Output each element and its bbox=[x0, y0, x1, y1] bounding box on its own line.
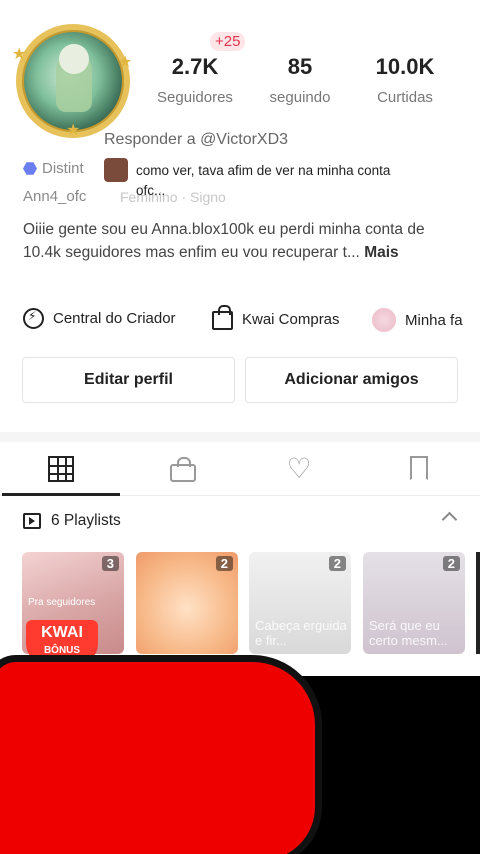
playlist-video-count: 2 bbox=[442, 556, 460, 571]
heart-icon[interactable]: ♡ bbox=[286, 455, 312, 483]
reply-comment: como ver, tava afim de ver na minha cont… bbox=[136, 163, 391, 198]
badge-row[interactable]: Distint bbox=[23, 160, 84, 177]
followers-label: Seguidores bbox=[157, 89, 233, 106]
star-icon: ★ bbox=[12, 46, 27, 63]
fan-club-label: Minha fa bbox=[405, 311, 463, 329]
section-divider bbox=[0, 432, 480, 442]
profile-bio: Oiiie gente sou eu Anna.blox100k eu perd… bbox=[23, 218, 463, 264]
reply-commenter-avatar bbox=[104, 158, 128, 182]
stat-likes[interactable]: 10.0K Curtidas bbox=[362, 54, 448, 106]
star-icon: ★ bbox=[118, 54, 133, 71]
likes-count: 10.0K bbox=[375, 54, 435, 79]
content-tab-bar: ♡ bbox=[0, 442, 480, 496]
stat-followers[interactable]: 2.7K Seguidores bbox=[150, 54, 240, 106]
playlist-video-count: 2 bbox=[328, 556, 346, 571]
redaction-red-block bbox=[0, 655, 322, 854]
playlist-caption: Será que eu certo mesm... bbox=[369, 618, 448, 648]
chevron-up-icon[interactable] bbox=[441, 511, 458, 528]
playlists-count-label: 6 Playlists bbox=[51, 512, 121, 529]
new-followers-badge: +25 bbox=[210, 32, 246, 51]
following-label: seguindo bbox=[269, 89, 331, 106]
fan-club-icon bbox=[372, 308, 396, 332]
creator-center-icon bbox=[23, 308, 44, 329]
active-tab-indicator bbox=[2, 493, 120, 496]
promo-title: KWAI bbox=[41, 624, 83, 641]
badge-label: Distint bbox=[42, 160, 84, 177]
playlists-header[interactable]: 6 Playlists bbox=[23, 512, 121, 530]
following-count: 85 bbox=[287, 54, 313, 79]
playlist-video-count: 2 bbox=[215, 556, 233, 571]
add-friends-button[interactable]: Adicionar amigos bbox=[245, 357, 458, 403]
playlist-card[interactable]: 2 Será que eu certo mesm... bbox=[363, 552, 465, 654]
playlist-card[interactable]: 2 Cabeça erguida e fir... bbox=[249, 552, 351, 654]
lock-icon[interactable] bbox=[170, 457, 196, 482]
likes-label: Curtidas bbox=[377, 89, 433, 106]
fan-club-link[interactable]: Minha fa bbox=[372, 308, 463, 332]
playlist-caption: Cabeça erguida e fir... bbox=[255, 618, 347, 648]
profile-handle: Ann4_ofc bbox=[23, 188, 87, 205]
creator-center-link[interactable]: Central do Criador bbox=[23, 308, 176, 329]
edit-profile-button[interactable]: Editar perfil bbox=[22, 357, 235, 403]
kwai-shop-link[interactable]: Kwai Compras bbox=[212, 305, 340, 330]
hexagon-badge-icon bbox=[23, 162, 37, 175]
grid-icon[interactable] bbox=[48, 456, 74, 482]
playlist-video-count: 3 bbox=[101, 556, 119, 571]
kwai-shop-label: Kwai Compras bbox=[242, 310, 340, 328]
followers-count: 2.7K bbox=[171, 54, 219, 79]
playlist-caption: Pra seguidores bbox=[28, 597, 96, 608]
creator-center-label: Central do Criador bbox=[53, 310, 176, 327]
avatar-head bbox=[59, 44, 89, 74]
playlist-icon bbox=[23, 513, 41, 529]
stat-following[interactable]: 85 seguindo bbox=[258, 54, 342, 106]
reply-title[interactable]: Responder a @VictorXD3 bbox=[104, 131, 288, 149]
bio-more-link[interactable]: Mais bbox=[364, 244, 398, 261]
playlist-card[interactable]: 2 bbox=[136, 552, 238, 654]
bookmark-icon[interactable] bbox=[410, 456, 428, 480]
star-icon: ★ bbox=[66, 122, 81, 139]
shopping-bag-icon bbox=[212, 305, 233, 330]
next-card-edge bbox=[476, 552, 480, 654]
